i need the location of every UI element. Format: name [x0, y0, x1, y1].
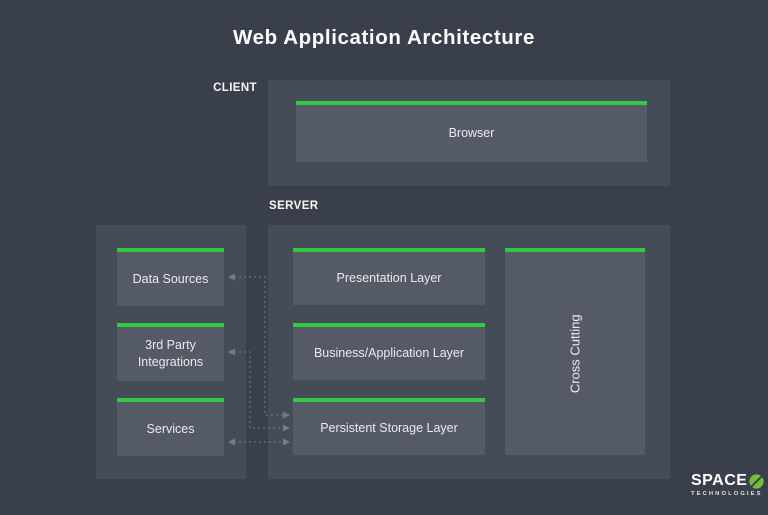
third-party-integrations-box: 3rd Party Integrations: [117, 323, 224, 381]
business-application-layer-label: Business/Application Layer: [313, 346, 465, 361]
presentation-layer-box: Presentation Layer: [293, 248, 485, 305]
services-label: Services: [146, 421, 195, 436]
slashed-o-icon: [749, 473, 765, 489]
external-sources-panel: Data Sources 3rd Party Integrations Serv…: [96, 225, 246, 479]
server-panel: Presentation Layer Business/Application …: [268, 225, 670, 479]
persistent-storage-layer-box: Persistent Storage Layer: [293, 398, 485, 455]
services-box: Services: [117, 398, 224, 456]
diagram-canvas: Web Application Architecture CLIENT Brow…: [0, 0, 768, 515]
logo-brand-text: SPACE: [691, 472, 748, 489]
server-section-label: SERVER: [269, 200, 319, 212]
data-sources-label: Data Sources: [132, 271, 209, 286]
cross-cutting-label: Cross Cutting: [567, 314, 583, 393]
persistent-storage-layer-label: Persistent Storage Layer: [320, 421, 458, 436]
business-application-layer-box: Business/Application Layer: [293, 323, 485, 380]
logo-subtitle-text: TECHNOLOGIES: [691, 491, 763, 497]
presentation-layer-label: Presentation Layer: [336, 271, 442, 286]
diagram-title: Web Application Architecture: [233, 26, 535, 49]
client-section-label: CLIENT: [213, 82, 257, 94]
client-panel: Browser: [268, 80, 670, 186]
spaceo-logo: SPACE TECHNOLOGIES: [691, 472, 765, 497]
data-sources-box: Data Sources: [117, 248, 224, 306]
browser-box: Browser: [296, 101, 647, 162]
cross-cutting-box: Cross Cutting: [505, 248, 645, 455]
browser-box-label: Browser: [448, 126, 495, 141]
third-party-integrations-label: 3rd Party Integrations: [137, 338, 204, 369]
